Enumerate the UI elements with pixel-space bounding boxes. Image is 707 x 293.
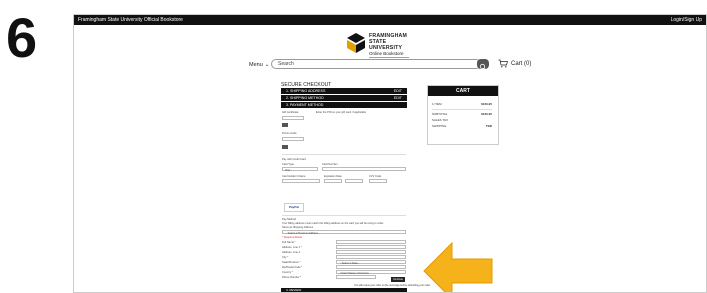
phone-input[interactable] <box>336 275 376 279</box>
cart-row-label: SUBTOTAL <box>432 112 448 116</box>
card-type-value: Visa <box>285 168 290 172</box>
divider <box>282 215 406 216</box>
step-edit-link[interactable]: EDIT <box>394 96 402 100</box>
field-label: State/Province * <box>282 261 301 264</box>
card-type-select[interactable]: Visa <box>282 167 318 172</box>
required-note: * Required Fields <box>282 236 302 239</box>
step-number: 6 <box>6 6 38 69</box>
field-label: Full Name * <box>282 241 296 244</box>
top-bar: Framingham State University Official Boo… <box>74 15 706 25</box>
city-input[interactable] <box>336 255 406 259</box>
logo-subtitle: Online Bookstore <box>369 51 404 56</box>
step-edit-link[interactable]: EDIT <box>394 89 402 93</box>
menu-label: Menu <box>249 62 263 68</box>
field-label: Zip/Postal Code * <box>282 266 303 269</box>
cart-summary: CART 1 ITEM $169.95 SUBTOTAL $169.95 SAL… <box>427 85 499 145</box>
apply-gift-button[interactable] <box>282 123 288 127</box>
promo-input[interactable] <box>282 137 304 141</box>
name-on-card-label: Card Holder's Name <box>282 175 306 178</box>
gift-card-label: Gift Certificate <box>282 111 299 114</box>
card-number-input[interactable] <box>322 167 406 171</box>
divider <box>432 109 492 110</box>
cart-row: 1 ITEM $169.95 <box>432 102 492 106</box>
field-label: Country * <box>282 271 293 274</box>
gift-card-help: Enter the PIN on your gift card, if appl… <box>316 111 367 114</box>
name-on-card-input[interactable] <box>282 179 320 183</box>
paypal-label: PayPal <box>289 205 299 209</box>
address-select[interactable]: - Select a Previous Address - <box>282 230 406 235</box>
pointer-arrow-icon <box>423 241 493 292</box>
step-shipping-address[interactable]: 1. SHIPPING ADDRESS EDIT <box>281 88 407 94</box>
search-input[interactable]: Search <box>271 59 481 69</box>
cart-row-value: TBD <box>485 124 492 128</box>
cart-row-value: $169.95 <box>481 102 492 106</box>
search-icon <box>479 63 486 70</box>
step-shipping-method[interactable]: 2. SHIPPING METHOD EDIT <box>281 95 407 101</box>
cart-row-label: 1 ITEM <box>432 102 442 106</box>
gift-card-input[interactable] <box>282 116 304 120</box>
cart-row: SHIPPING TBD <box>432 124 492 128</box>
billing-option: Pay Method <box>282 218 296 221</box>
address-line2-input[interactable] <box>336 250 406 254</box>
cart-row-label: SALES TAX <box>432 118 449 122</box>
cvv-input[interactable] <box>369 179 387 183</box>
card-number-label: Card Number <box>322 163 338 166</box>
browser-screenshot: Framingham State University Official Boo… <box>73 14 707 293</box>
logo-mark-icon <box>347 33 365 53</box>
search-button[interactable] <box>477 59 489 70</box>
expiration-year-select[interactable] <box>345 179 363 183</box>
continue-note: You will review your order on the next p… <box>354 284 431 287</box>
continue-button[interactable]: Continue <box>391 277 405 282</box>
promo-label: Promo Code <box>282 132 297 135</box>
menu-button[interactable]: Menu ⌄ <box>249 62 269 68</box>
billing-help: Your billing address must match the bill… <box>282 222 384 225</box>
store-name: Framingham State University Official Boo… <box>78 17 183 23</box>
cart-row-label: SHIPPING <box>432 124 447 128</box>
logo-text: FRAMINGHAM STATE UNIVERSITY <box>369 33 407 51</box>
search-placeholder: Search <box>278 61 294 67</box>
cart-row-value: $169.95 <box>481 112 492 116</box>
login-link[interactable]: Login/Sign Up <box>671 17 702 23</box>
logo-underline <box>369 57 409 58</box>
step-payment-method: 3. PAYMENT METHOD <box>281 102 407 108</box>
university-logo[interactable]: FRAMINGHAM STATE UNIVERSITY Online Books… <box>346 32 426 58</box>
cart-row: SUBTOTAL $169.95 <box>432 112 492 116</box>
field-label: Address, Line 2 <box>282 251 301 254</box>
apply-promo-button[interactable] <box>282 145 288 149</box>
cvv-label: CVV Code <box>369 175 382 178</box>
credit-card-option[interactable]: Pay with Credit Card <box>282 158 306 161</box>
step-label: 2. SHIPPING METHOD <box>286 96 324 100</box>
expiration-month-select[interactable] <box>324 179 342 183</box>
expiration-label: Expiration Date <box>324 175 342 178</box>
field-label: Address, Line 1 * <box>282 246 302 249</box>
step-review: 4. REVIEW <box>281 288 407 292</box>
cart-link[interactable]: Cart (0) <box>498 59 531 68</box>
zip-input[interactable] <box>336 265 406 269</box>
field-label: Phone Number * <box>282 276 302 279</box>
address-select-value: - Select a Previous Address - <box>286 231 320 235</box>
country-select[interactable]: United States of America <box>336 270 406 275</box>
state-select[interactable]: - Select a State - <box>336 260 406 265</box>
field-label: City * <box>282 256 289 259</box>
same-as-shipping-checkbox[interactable]: Same as Shipping Address <box>282 226 313 229</box>
step-label: 3. PAYMENT METHOD <box>286 103 324 107</box>
cart-title: CART <box>428 86 498 96</box>
address-line1-input[interactable] <box>336 245 406 249</box>
divider <box>282 154 406 155</box>
cart-label: Cart (0) <box>511 60 532 67</box>
card-type-label: Card Type <box>282 163 294 166</box>
cart-icon <box>498 59 508 68</box>
chevron-down-icon: ⌄ <box>264 62 270 68</box>
step-label: 1. SHIPPING ADDRESS <box>286 89 326 93</box>
full-name-input[interactable] <box>336 240 406 244</box>
paypal-button[interactable]: PayPal <box>284 203 304 212</box>
cart-row: SALES TAX <box>432 118 492 122</box>
